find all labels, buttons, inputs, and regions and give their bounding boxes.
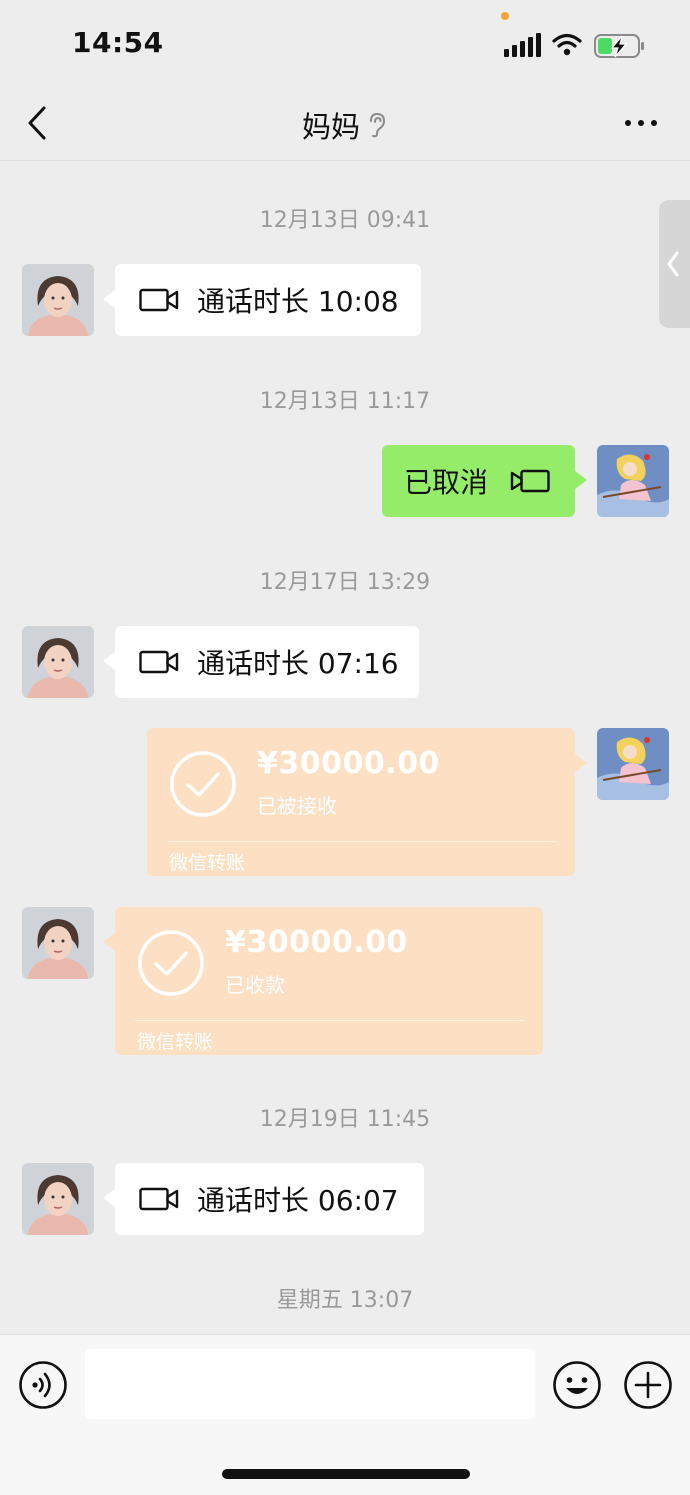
voice-icon[interactable] [18, 1360, 68, 1410]
video-call-bubble-self[interactable]: 已取消 [382, 445, 587, 517]
transfer-divider [135, 1020, 523, 1021]
transfer-divider [167, 841, 555, 842]
emoji-icon[interactable] [552, 1360, 602, 1410]
video-camera-icon [510, 469, 550, 493]
contact-avatar-image [22, 626, 94, 698]
video-call-bubble[interactable]: 通话时长 06:07 [103, 1163, 424, 1235]
chat-title: 妈妈 [0, 104, 690, 146]
transfer-label: 微信转账 [137, 1031, 214, 1053]
contact-avatar[interactable] [22, 1163, 94, 1235]
video-call-bubble[interactable]: 通话时长 10:08 [103, 264, 421, 336]
self-avatar-image [597, 728, 669, 800]
plus-circle-icon[interactable] [623, 1360, 673, 1410]
cellular-signal-icon [504, 33, 541, 57]
contact-avatar-image [22, 907, 94, 979]
transfer-card-received[interactable]: ¥30000.00 已收款 微信转账 [103, 907, 543, 1055]
transfer-amount: ¥30000.00 [257, 746, 440, 781]
contact-avatar[interactable] [22, 907, 94, 979]
battery-charging-icon [594, 34, 644, 58]
check-circle-icon [170, 751, 236, 817]
contact-avatar-image [22, 1163, 94, 1235]
transfer-label: 微信转账 [169, 852, 246, 874]
transfer-amount: ¥30000.00 [225, 925, 408, 960]
video-camera-icon [139, 650, 179, 674]
video-camera-icon [139, 1187, 179, 1211]
timestamp: 星期五 13:07 [276, 1288, 414, 1313]
call-duration-text: 通话时长 07:16 [197, 647, 399, 680]
contact-avatar[interactable] [22, 626, 94, 698]
transfer-status: 已被接收 [257, 794, 337, 818]
more-dots-icon[interactable] [622, 110, 662, 136]
status-time: 14:54 [72, 26, 164, 59]
check-circle-icon [138, 930, 204, 996]
transfer-card-sent[interactable]: ¥30000.00 已被接收 微信转账 [147, 728, 587, 876]
ear-icon [370, 112, 386, 138]
transfer-status: 已收款 [225, 973, 285, 997]
contact-name: 妈妈 [301, 110, 360, 144]
self-avatar[interactable] [597, 728, 669, 800]
chevron-left-small-icon [667, 251, 679, 277]
timestamp: 12月19日 11:45 [259, 1107, 431, 1132]
call-status-text: 已取消 [404, 466, 489, 499]
message-input[interactable] [85, 1349, 535, 1419]
call-duration-text: 通话时长 06:07 [197, 1184, 399, 1217]
wifi-icon [552, 33, 582, 56]
timestamp: 12月13日 11:17 [259, 389, 431, 414]
home-indicator [222, 1469, 470, 1479]
privacy-indicator-dot [501, 12, 509, 20]
contact-avatar[interactable] [22, 264, 94, 336]
nav-divider [0, 160, 690, 161]
timestamp: 12月13日 09:41 [259, 208, 431, 233]
self-avatar-image [597, 445, 669, 517]
contact-avatar-image [22, 264, 94, 336]
video-call-bubble[interactable]: 通话时长 07:16 [103, 626, 419, 698]
self-avatar[interactable] [597, 445, 669, 517]
video-camera-icon [139, 288, 179, 312]
call-duration-text: 通话时长 10:08 [197, 285, 399, 318]
timestamp: 12月17日 13:29 [259, 570, 431, 595]
